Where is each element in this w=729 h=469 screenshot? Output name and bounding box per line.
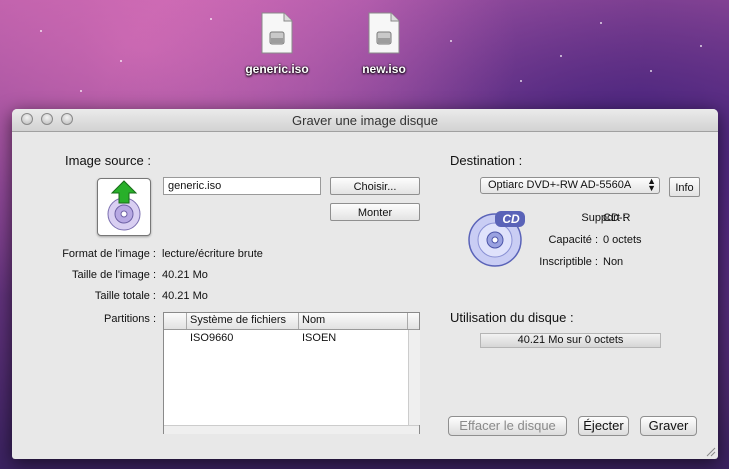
desktop-icon-label: new.iso xyxy=(362,62,406,76)
capacity-label: Capacité : xyxy=(548,234,598,246)
cell-name: ISOEN xyxy=(302,332,337,344)
total-size-label: Taille totale : xyxy=(94,290,156,302)
burn-disk-image-window: Graver une image disque Image source : g… xyxy=(12,109,718,459)
drive-select[interactable]: Optiarc DVD+-RW AD-5560A ▲ ▼ xyxy=(480,177,660,194)
column-header-name[interactable]: Nom xyxy=(302,314,325,326)
horizontal-scrollbar[interactable] xyxy=(164,425,419,434)
source-heading: Image source : xyxy=(65,153,151,168)
disk-image-icon xyxy=(97,178,151,236)
usage-bar: 40.21 Mo sur 0 octets xyxy=(480,333,661,348)
desktop-icon-generic-iso[interactable]: generic.iso xyxy=(237,12,317,76)
capacity-value: 0 octets xyxy=(603,234,642,246)
column-header-filesystem[interactable]: Système de fichiers xyxy=(190,314,286,326)
title-bar[interactable]: Graver une image disque xyxy=(12,109,718,132)
usage-heading: Utilisation du disque : xyxy=(450,310,574,325)
image-size-value: 40.21 Mo xyxy=(162,269,208,281)
partitions-table[interactable]: Système de fichiers Nom ISO9660 ISOEN xyxy=(163,312,420,434)
window-title: Graver une image disque xyxy=(292,113,438,128)
updown-arrows-icon: ▲ ▼ xyxy=(647,176,656,193)
format-label: Format de l'image : xyxy=(62,248,156,260)
total-size-value: 40.21 Mo xyxy=(162,290,208,302)
drive-select-value: Optiarc DVD+-RW AD-5560A xyxy=(488,179,632,191)
usage-text: 40.21 Mo sur 0 octets xyxy=(517,334,624,346)
cell-filesystem: ISO9660 xyxy=(190,332,234,344)
desktop-icon-label: generic.iso xyxy=(245,62,309,76)
info-button[interactable]: Info xyxy=(669,177,700,197)
choose-button[interactable]: Choisir... xyxy=(330,177,420,195)
iso-file-icon xyxy=(368,12,400,54)
writable-value: Non xyxy=(603,256,624,268)
burn-button[interactable]: Graver xyxy=(640,416,697,436)
destination-heading: Destination : xyxy=(450,153,523,168)
format-value: lecture/écriture brute xyxy=(162,248,263,260)
desktop-icon-new-iso[interactable]: new.iso xyxy=(344,12,424,76)
vertical-scrollbar[interactable] xyxy=(408,330,420,425)
support-value: CD-R xyxy=(603,212,631,224)
cd-icon: CD xyxy=(468,210,526,268)
writable-label: Inscriptible : xyxy=(539,256,598,268)
erase-disc-button[interactable]: Effacer le disque xyxy=(448,416,567,436)
mount-button[interactable]: Monter xyxy=(330,203,420,221)
source-file-field[interactable]: generic.iso xyxy=(163,177,321,195)
eject-button[interactable]: Éjecter xyxy=(578,416,629,436)
iso-file-icon xyxy=(261,12,293,54)
table-header: Système de fichiers Nom xyxy=(164,313,419,330)
cd-badge-text: CD xyxy=(502,212,520,226)
partitions-label: Partitions : xyxy=(104,313,156,325)
image-size-label: Taille de l'image : xyxy=(71,269,156,281)
table-row[interactable]: ISO9660 ISOEN xyxy=(164,331,408,347)
resize-grip-icon[interactable] xyxy=(704,445,716,457)
